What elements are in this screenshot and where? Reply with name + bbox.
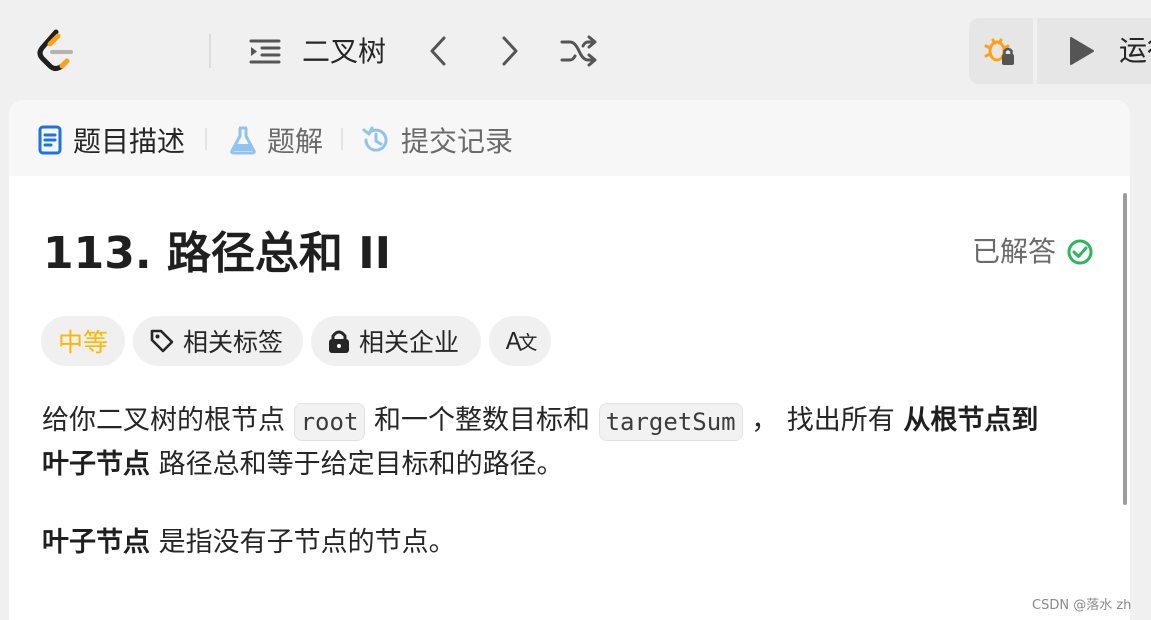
history-icon	[361, 125, 391, 155]
run-button[interactable]: 运行	[1037, 18, 1151, 84]
description-paragraph: 叶子节点 路径总和等于给定目标和的路径。	[42, 444, 564, 486]
flask-icon	[229, 125, 257, 155]
description-text: 是指没有子节点的节点。	[150, 527, 456, 558]
play-icon	[1070, 37, 1094, 65]
tab-description-label: 题目描述	[73, 125, 186, 158]
translate-button[interactable]: A文	[489, 316, 551, 366]
description-bold-text: 从根节点到	[903, 405, 1039, 436]
description-bold-text: 叶子节点	[42, 449, 150, 480]
tab-solutions-label: 题解	[267, 125, 324, 158]
inline-code-targetsum: targetSum	[598, 402, 743, 441]
chevron-left-icon[interactable]	[424, 34, 454, 68]
problem-title: 113. 路径总和 II	[43, 228, 391, 279]
tag-icon	[149, 328, 175, 354]
debug-button[interactable]	[969, 18, 1033, 84]
run-button-label: 运行	[1119, 34, 1151, 67]
top-navbar: 二叉树 运行	[0, 0, 1151, 100]
description-text: 路径总和等于给定目标和的路径。	[150, 449, 564, 480]
shuffle-icon[interactable]	[560, 34, 598, 68]
check-circle-icon	[1067, 239, 1093, 265]
scrollbar[interactable]	[1123, 193, 1127, 505]
problem-list-icon[interactable]	[248, 34, 282, 68]
description-panel: 题目描述 题解 提交记录 113. 路径总和 II 已解答 中等 相关标签 相关…	[9, 100, 1130, 620]
description-text: ， 找出所有	[742, 405, 904, 436]
bug-lock-icon	[984, 38, 1014, 65]
header-divider	[209, 34, 211, 68]
tab-submissions-label: 提交记录	[401, 125, 514, 158]
related-tags-label: 相关标签	[183, 328, 284, 357]
related-tags-button[interactable]: 相关标签	[133, 316, 303, 366]
leetcode-logo-icon[interactable]	[34, 26, 78, 74]
tab-solutions[interactable]: 题解	[229, 118, 323, 162]
tab-description[interactable]: 题目描述	[37, 118, 185, 162]
chevron-right-icon[interactable]	[494, 34, 524, 68]
inline-code-root: root	[293, 402, 366, 441]
panel-tabs: 题目描述 题解 提交记录	[9, 100, 1130, 176]
description-paragraph: 给你二叉树的根节点 root 和一个整数目标和 targetSum ， 找出所有…	[42, 400, 1038, 442]
solved-status: 已解答	[972, 232, 1094, 272]
tab-divider	[205, 128, 207, 150]
description-text: 和一个整数目标和	[365, 405, 599, 436]
tab-divider	[341, 128, 343, 150]
difficulty-badge: 中等	[41, 316, 125, 366]
watermark: CSDN @落水 zh	[1032, 598, 1132, 613]
description-bold-text: 叶子节点	[42, 527, 150, 558]
translate-icon: A文	[505, 328, 538, 355]
problem-list-name[interactable]: 二叉树	[302, 32, 386, 72]
lock-icon	[327, 328, 351, 354]
description-paragraph: 叶子节点 是指没有子节点的节点。	[42, 522, 456, 564]
solved-status-label: 已解答	[972, 235, 1057, 268]
related-companies-button[interactable]: 相关企业	[311, 316, 481, 366]
document-icon	[37, 125, 63, 155]
related-companies-label: 相关企业	[359, 328, 460, 357]
tab-submissions[interactable]: 提交记录	[361, 118, 513, 162]
description-text: 给你二叉树的根节点	[42, 405, 294, 436]
